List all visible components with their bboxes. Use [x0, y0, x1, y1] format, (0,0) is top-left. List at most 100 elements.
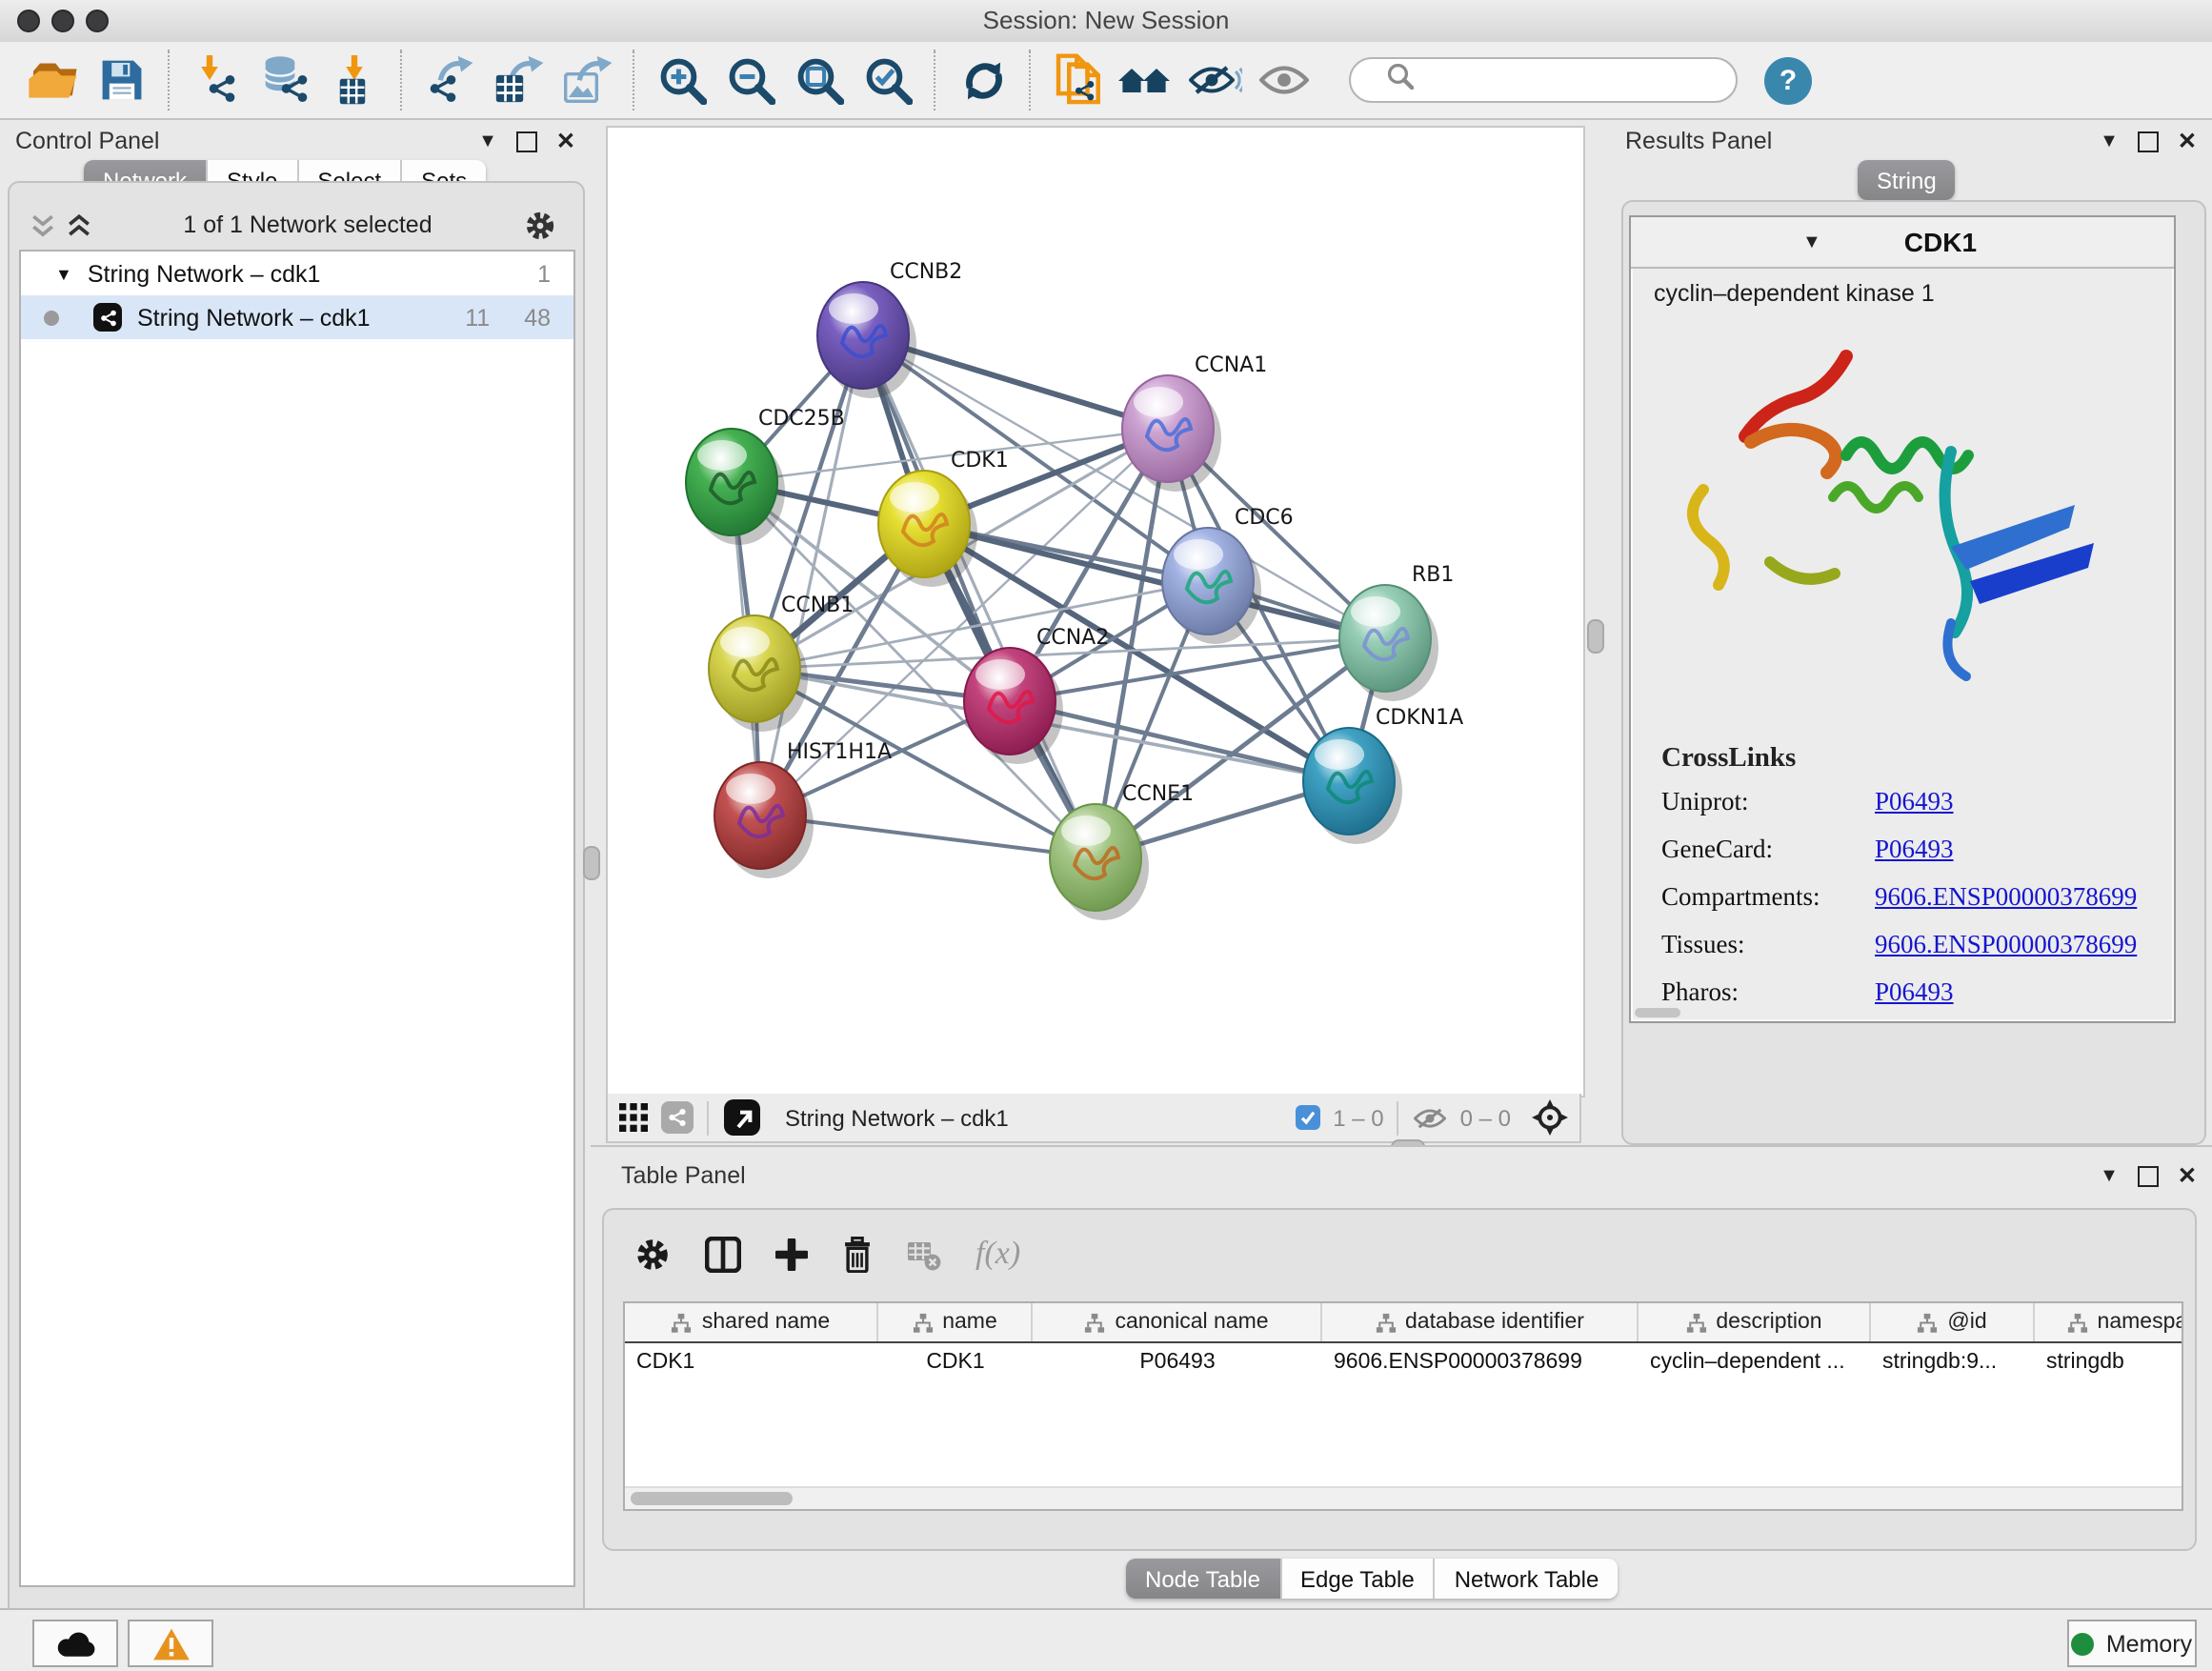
open-session-button[interactable] — [19, 46, 88, 114]
crosslink-uniprot[interactable]: P06493 — [1875, 787, 1954, 817]
import-network-from-database-button[interactable] — [251, 46, 320, 114]
new-network-from-selection-button[interactable] — [1044, 46, 1113, 114]
apply-layout-button[interactable] — [949, 46, 1017, 114]
window-zoom-light[interactable] — [86, 10, 109, 32]
network-node-RB1[interactable]: RB1 — [1339, 563, 1454, 701]
crosshair-icon[interactable] — [1532, 1099, 1568, 1136]
crosslink-pharos[interactable]: P06493 — [1875, 977, 1954, 1008]
cloud-status-button[interactable] — [32, 1620, 118, 1667]
table-cell[interactable]: stringdb — [2035, 1343, 2183, 1381]
show-columns-icon[interactable] — [705, 1236, 741, 1272]
panel-menu-caret[interactable]: ▼ — [478, 131, 497, 151]
panel-menu-caret[interactable]: ▼ — [2100, 131, 2119, 151]
column-header-shared-name[interactable]: shared name — [625, 1303, 878, 1341]
crosslink-compartments[interactable]: 9606.ENSP00000378699 — [1875, 882, 2137, 913]
column-header-canonical-name[interactable]: canonical name — [1033, 1303, 1322, 1341]
panel-float-button[interactable] — [2138, 131, 2159, 151]
selected-node-edge-count: 1 – 0 — [1333, 1104, 1383, 1131]
table-cell[interactable]: 9606.ENSP00000378699 — [1322, 1343, 1639, 1381]
window-close-light[interactable] — [17, 10, 40, 32]
network-row-selected[interactable]: String Network – cdk1 11 48 — [21, 295, 573, 339]
network-node-HIST1H1A[interactable]: HIST1H1A — [714, 740, 892, 878]
grid-view-icon[interactable] — [619, 1103, 648, 1132]
window-titlebar: Session: New Session — [0, 0, 2212, 44]
network-node-CCNA1[interactable]: CCNA1 — [1122, 353, 1267, 492]
export-image-button[interactable] — [553, 46, 621, 114]
panel-float-button[interactable] — [516, 131, 537, 151]
table-gear-icon[interactable] — [634, 1236, 671, 1272]
column-header-namespace[interactable]: namespace — [2035, 1303, 2183, 1341]
hidden-eye-icon — [1415, 1106, 1447, 1129]
save-session-button[interactable] — [88, 46, 156, 114]
tab-network-table[interactable]: Network Table — [1436, 1559, 1619, 1599]
zoom-fit-button[interactable] — [785, 46, 854, 114]
string-network-graph[interactable]: CCNB2CCNA1CDC25BCDK1CDC6RB1CCNB1CCNA2CDK… — [608, 128, 1583, 1096]
network-collection-row[interactable]: ▼ String Network – cdk1 1 — [21, 252, 573, 295]
panel-close-button[interactable]: ✕ — [2178, 128, 2197, 154]
tab-node-table[interactable]: Node Table — [1126, 1559, 1281, 1599]
table-cell[interactable]: CDK1 — [625, 1343, 878, 1381]
collapse-all-chevron-icon[interactable] — [30, 212, 55, 237]
column-header-description[interactable]: description — [1639, 1303, 1871, 1341]
table-data-row[interactable]: CDK1CDK1P064939606.ENSP00000378699cyclin… — [625, 1343, 2182, 1381]
gear-icon[interactable] — [524, 209, 556, 241]
zoom-selected-button[interactable] — [854, 46, 922, 114]
delete-column-trash-icon[interactable] — [842, 1236, 873, 1272]
first-neighbors-button[interactable] — [1113, 46, 1181, 114]
screenshot-stage: Session: New Session — [0, 0, 2212, 1671]
table-cell[interactable]: P06493 — [1033, 1343, 1322, 1381]
panel-float-button[interactable] — [2138, 1165, 2159, 1186]
panel-close-button[interactable]: ✕ — [2178, 1162, 2197, 1189]
tab-string[interactable]: String — [1858, 160, 1956, 200]
node-label-CDKN1A: CDKN1A — [1376, 706, 1463, 730]
birds-eye-view-button[interactable] — [724, 1099, 760, 1136]
column-header--id[interactable]: @id — [1871, 1303, 2035, 1341]
import-network-button[interactable] — [183, 46, 251, 114]
toolbar-separator — [168, 50, 171, 111]
network-canvas[interactable]: CCNB2CCNA1CDC25BCDK1CDC6RB1CCNB1CCNA2CDK… — [606, 126, 1585, 1097]
hide-selected-button[interactable] — [1181, 46, 1250, 114]
warnings-button[interactable] — [128, 1620, 213, 1667]
column-header-database-identifier[interactable]: database identifier — [1322, 1303, 1639, 1341]
network-view-icon[interactable] — [661, 1101, 694, 1134]
node-attribute-table[interactable]: shared namenamecanonical namedatabase id… — [623, 1301, 2183, 1511]
zoom-in-button[interactable] — [648, 46, 716, 114]
table-hscrollbar-thumb[interactable] — [631, 1492, 793, 1505]
crosslink-tissues[interactable]: 9606.ENSP00000378699 — [1875, 930, 2137, 960]
memory-button[interactable]: Memory — [2067, 1620, 2197, 1667]
export-network-button[interactable] — [415, 46, 484, 114]
collection-name: String Network – cdk1 — [88, 260, 537, 287]
zoom-out-button[interactable] — [716, 46, 785, 114]
table-cell[interactable]: CDK1 — [878, 1343, 1033, 1381]
table-hscrollbar[interactable] — [625, 1486, 2182, 1509]
panel-close-button[interactable]: ✕ — [556, 128, 575, 154]
table-cell[interactable]: cyclin–dependent ... — [1639, 1343, 1871, 1381]
window-minimize-light[interactable] — [51, 10, 74, 32]
help-button[interactable]: ? — [1764, 56, 1812, 104]
show-eye-icon — [1259, 63, 1309, 97]
network-node-CDKN1A[interactable]: CDKN1A — [1303, 706, 1463, 844]
tab-edge-table[interactable]: Edge Table — [1281, 1559, 1436, 1599]
card-scrollbar-stub[interactable] — [1635, 1008, 1680, 1017]
panel-menu-caret[interactable]: ▼ — [2100, 1165, 2119, 1186]
table-cell[interactable]: stringdb:9... — [1871, 1343, 2035, 1381]
gene-name: CDK1 — [1821, 227, 2060, 257]
export-table-button[interactable] — [484, 46, 553, 114]
open-folder-icon — [27, 57, 80, 103]
add-column-icon[interactable] — [775, 1238, 808, 1270]
crosslink-genecard[interactable]: P06493 — [1875, 835, 1954, 865]
gene-header[interactable]: ▼ CDK1 — [1631, 217, 2174, 269]
tree-expander-icon[interactable]: ▼ — [55, 264, 72, 283]
selected-checkbox[interactable] — [1295, 1105, 1319, 1130]
vertical-splitter-left[interactable] — [583, 846, 600, 880]
edge-CCNB2-CCNE1[interactable] — [863, 335, 1096, 857]
network-node-CCNB2[interactable]: CCNB2 — [817, 260, 962, 398]
import-table-button[interactable] — [320, 46, 389, 114]
node-label-CDC25B: CDC25B — [758, 407, 845, 431]
network-node-CDC25B[interactable]: CDC25B — [686, 407, 845, 545]
show-all-button[interactable] — [1250, 46, 1318, 114]
vertical-splitter-right[interactable] — [1587, 619, 1604, 654]
expand-all-chevron-icon[interactable] — [67, 212, 91, 237]
gene-collapse-caret[interactable]: ▼ — [1802, 232, 1821, 252]
column-header-name[interactable]: name — [878, 1303, 1033, 1341]
